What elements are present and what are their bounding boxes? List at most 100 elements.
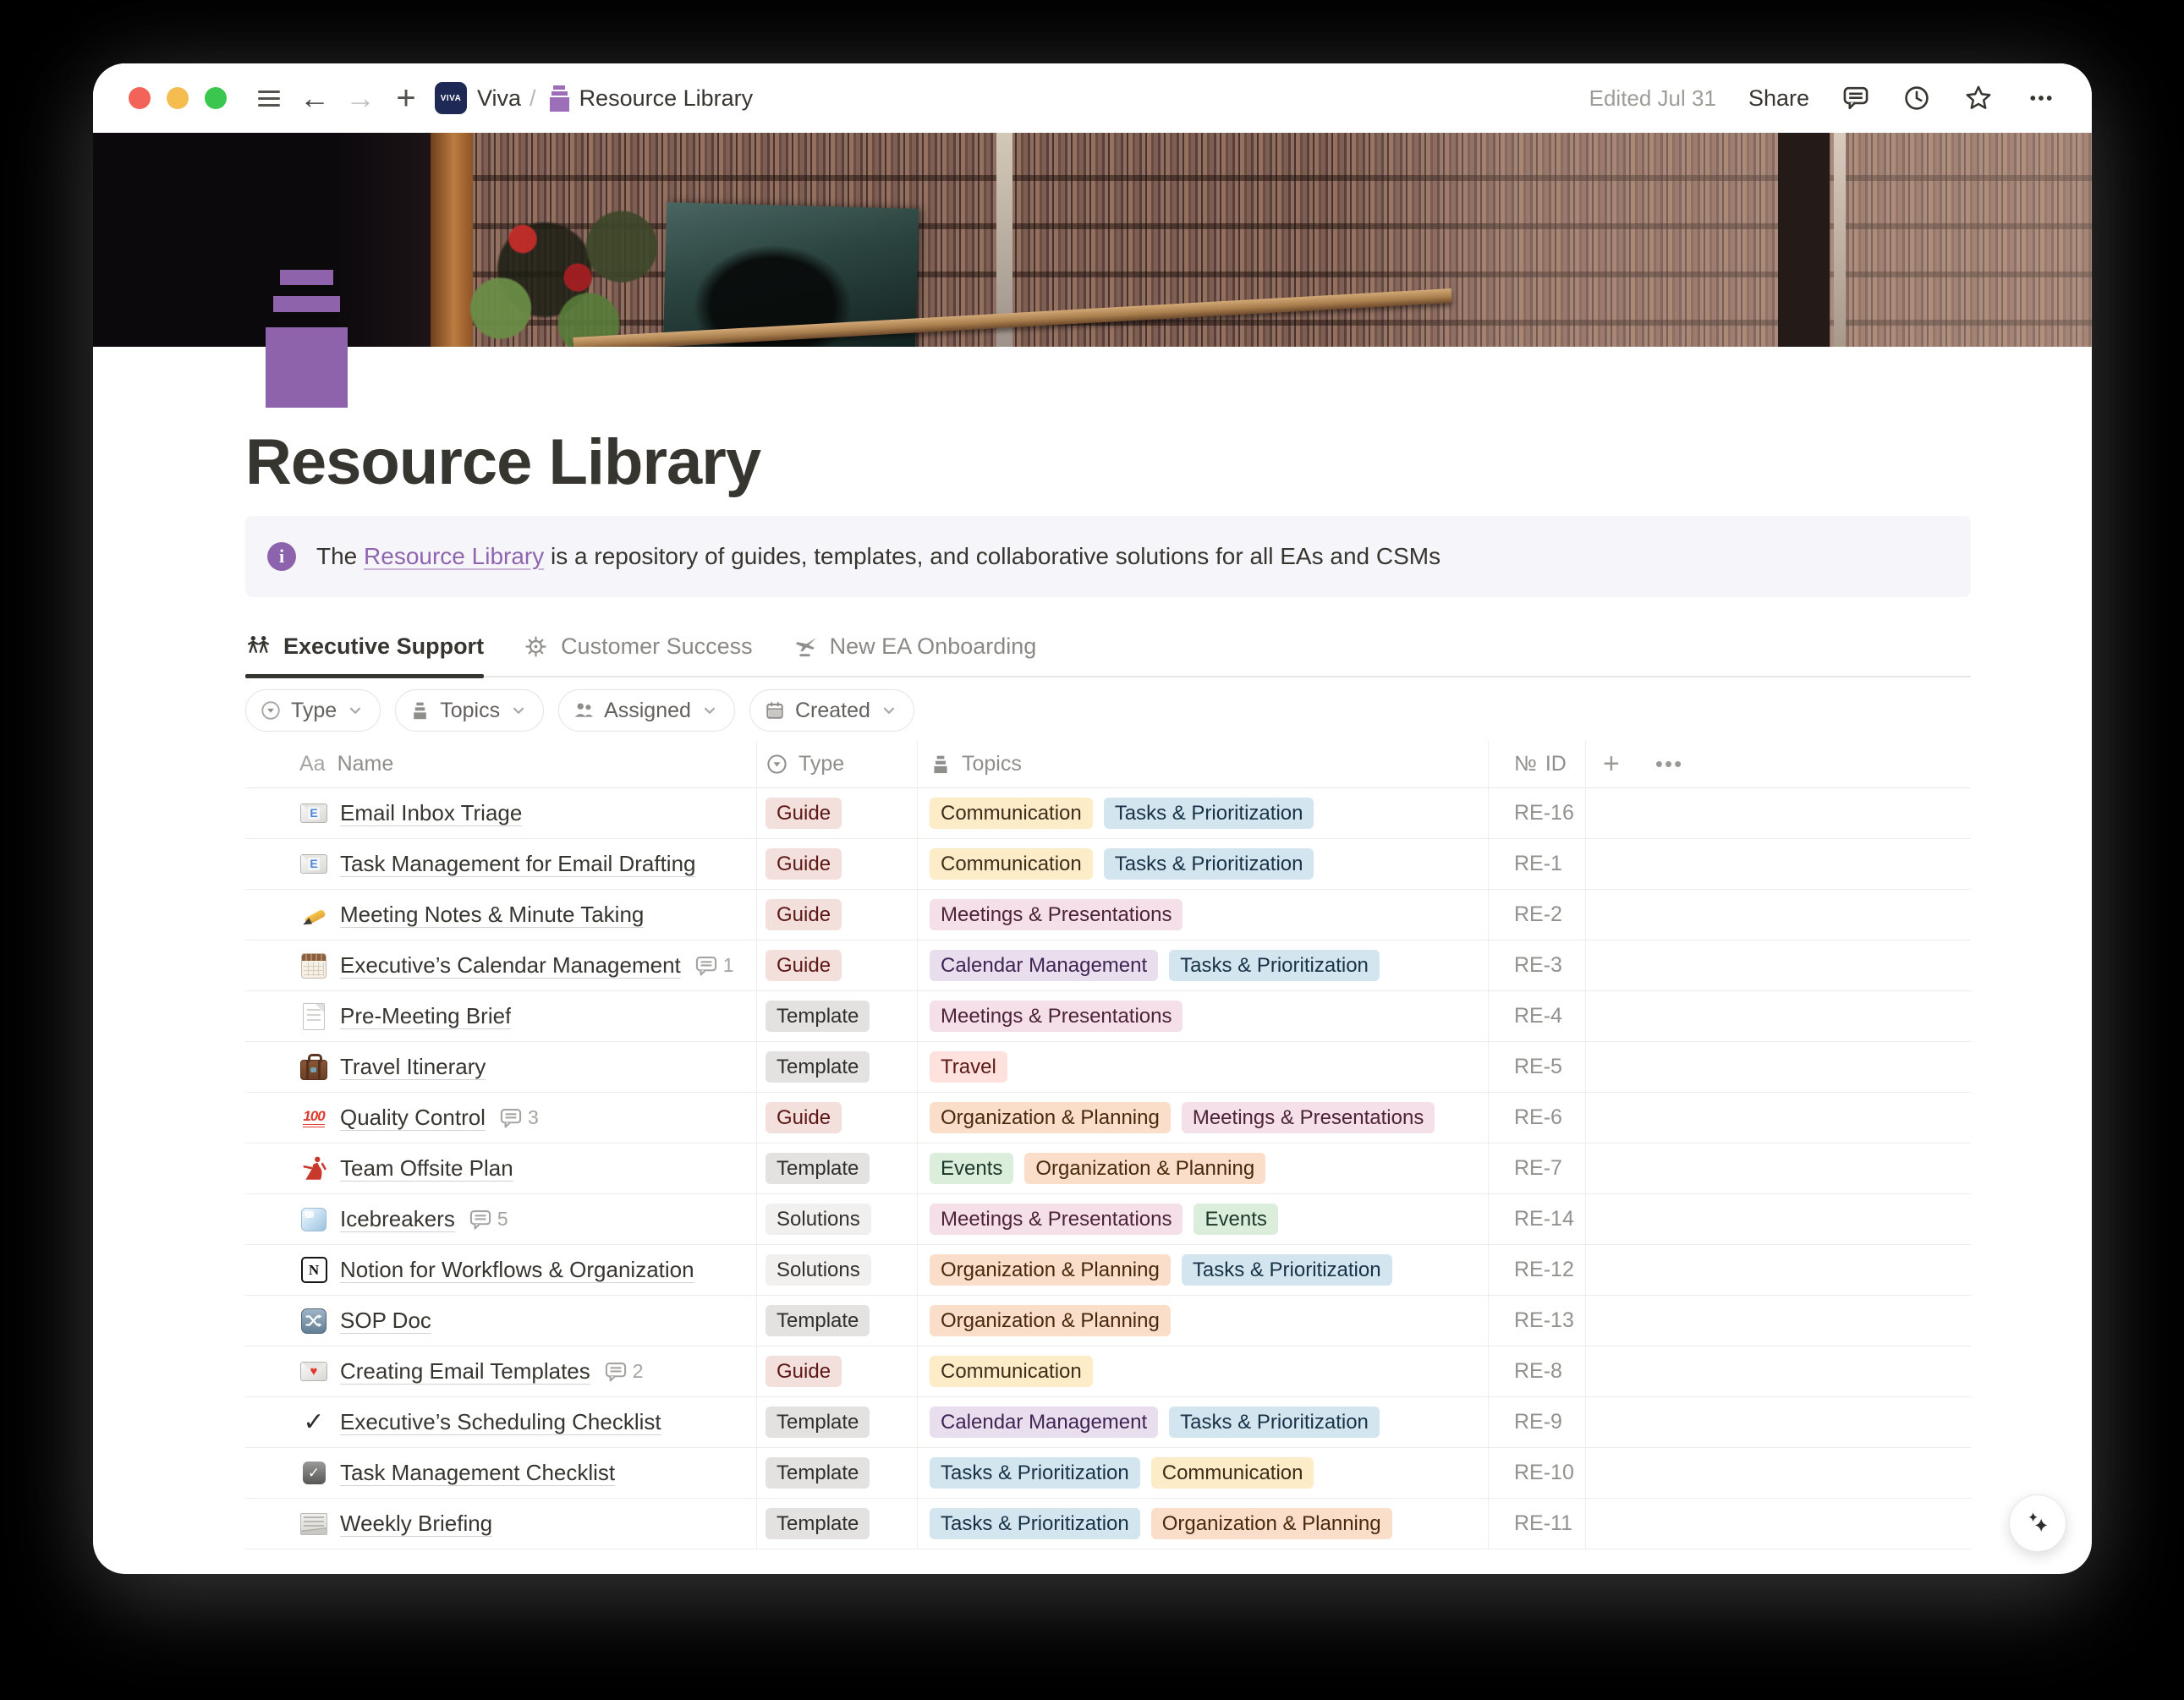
cell-id[interactable]: RE-2 <box>1489 890 1586 940</box>
topic-tag-events[interactable]: Events <box>1194 1204 1277 1235</box>
cell-name[interactable]: Icebreakers 5 <box>245 1194 757 1244</box>
comment-count-badge[interactable]: 5 <box>469 1208 508 1231</box>
page-link[interactable]: Pre-Meeting Brief <box>340 1003 511 1029</box>
topic-tag-organization-planning[interactable]: Organization & Planning <box>1024 1153 1265 1184</box>
cell-type[interactable]: Template <box>757 1296 918 1346</box>
column-header-name[interactable]: Aa Name <box>245 741 757 787</box>
table-row[interactable]: ETask Management for Email DraftingGuide… <box>245 839 1971 890</box>
cell-name[interactable]: Pre-Meeting Brief <box>245 991 757 1041</box>
column-header-id[interactable]: № ID <box>1489 741 1586 787</box>
callout-link[interactable]: Resource Library <box>364 543 544 569</box>
page-link[interactable]: SOP Doc <box>340 1308 431 1334</box>
topic-tag-tasks-prioritization[interactable]: Tasks & Prioritization <box>1104 848 1314 880</box>
cell-id[interactable]: RE-7 <box>1489 1143 1586 1193</box>
cell-type[interactable]: Template <box>757 1143 918 1193</box>
filter-type[interactable]: Type <box>245 689 381 732</box>
table-row[interactable]: ✓Executive’s Scheduling ChecklistTemplat… <box>245 1397 1971 1448</box>
page-link[interactable]: Icebreakers <box>340 1206 455 1232</box>
topic-tag-organization-planning[interactable]: Organization & Planning <box>1151 1508 1392 1539</box>
cell-topics[interactable]: Calendar ManagementTasks & Prioritizatio… <box>918 1397 1489 1447</box>
cell-type[interactable]: Guide <box>757 1093 918 1143</box>
topic-tag-communication[interactable]: Communication <box>1151 1457 1314 1489</box>
cell-id[interactable]: RE-13 <box>1489 1296 1586 1346</box>
add-column-button[interactable]: + <box>1603 748 1620 781</box>
table-row[interactable]: Weekly BriefingTemplateTasks & Prioritiz… <box>245 1499 1971 1549</box>
cell-topics[interactable]: Events Organization & Planning <box>918 1143 1489 1193</box>
cell-name[interactable]: 100Quality Control3 <box>245 1093 757 1143</box>
cell-topics[interactable]: Organization & PlanningMeetings & Presen… <box>918 1093 1489 1143</box>
minimize-window-button[interactable] <box>167 87 189 109</box>
topic-tag-calendar-management[interactable]: Calendar Management <box>930 950 1158 981</box>
page-link[interactable]: Executive’s Scheduling Checklist <box>340 1409 661 1435</box>
cell-topics[interactable]: CommunicationTasks & Prioritization <box>918 788 1489 838</box>
sidebar-toggle-button[interactable] <box>252 76 286 120</box>
comment-count-badge[interactable]: 3 <box>499 1106 539 1129</box>
cell-id[interactable]: RE-10 <box>1489 1448 1586 1498</box>
type-tag-template[interactable]: Template <box>765 1457 870 1489</box>
breadcrumb-workspace[interactable]: Viva <box>477 85 521 112</box>
topic-tag-events[interactable]: Events <box>930 1153 1013 1184</box>
cell-topics[interactable]: Calendar Management Tasks & Prioritizatio… <box>918 940 1489 990</box>
type-tag-template[interactable]: Template <box>765 1305 870 1336</box>
cell-name[interactable]: SOP Doc <box>245 1296 757 1346</box>
topic-tag-meetings-presentations[interactable]: Meetings & Presentations <box>930 899 1183 930</box>
table-row[interactable]: ♥Creating Email Templates2GuideCommunica… <box>245 1346 1971 1397</box>
cell-topics[interactable]: Organization & Planning <box>918 1296 1489 1346</box>
workspace-logo[interactable]: VIVA <box>435 82 467 114</box>
cell-name[interactable]: ETask Management for Email Drafting <box>245 839 757 889</box>
more-options-button[interactable] <box>2026 83 2056 113</box>
topic-tag-organization-planning[interactable]: Organization & Planning <box>930 1305 1171 1336</box>
new-page-button[interactable]: + <box>389 76 423 120</box>
topic-tag-tasks-prioritization[interactable]: Tasks & Prioritization <box>1182 1254 1392 1286</box>
cell-name[interactable]: ✓Task Management Checklist <box>245 1448 757 1498</box>
comments-button[interactable] <box>1841 84 1870 112</box>
cell-topics[interactable]: Communication Tasks & Prioritization <box>918 839 1489 889</box>
type-tag-template[interactable]: Template <box>765 1153 870 1184</box>
forward-button[interactable]: → <box>343 76 377 120</box>
filter-assigned[interactable]: Assigned <box>558 689 735 732</box>
type-tag-solutions[interactable]: Solutions <box>765 1204 871 1235</box>
cell-topics[interactable]: Meetings & Presentations <box>918 890 1489 940</box>
tab-customer-success[interactable]: Customer Success <box>523 633 753 660</box>
topic-tag-communication[interactable]: Communication <box>930 848 1093 880</box>
table-row[interactable]: Executive’s Calendar Management1GuideCal… <box>245 940 1971 991</box>
table-row[interactable]: Meeting Notes & Minute Taking Guide Meetin… <box>245 890 1971 940</box>
page-link[interactable]: Meeting Notes & Minute Taking <box>340 902 644 928</box>
cell-type[interactable]: Template <box>757 991 918 1041</box>
cell-type[interactable]: Solutions <box>757 1245 918 1295</box>
topic-tag-meetings-presentations[interactable]: Meetings & Presentations <box>930 1001 1183 1032</box>
topic-tag-tasks-prioritization[interactable]: Tasks & Prioritization <box>1169 950 1380 981</box>
page-link[interactable]: Executive’s Calendar Management <box>340 952 681 979</box>
page-link[interactable]: Quality Control <box>340 1105 486 1131</box>
zoom-window-button[interactable] <box>205 87 227 109</box>
cell-type[interactable]: Solutions <box>757 1194 918 1244</box>
cell-id[interactable]: RE-1 <box>1489 839 1586 889</box>
cell-topics[interactable]: Meetings & PresentationsEvents <box>918 1194 1489 1244</box>
cell-id[interactable]: RE-3 <box>1489 940 1586 990</box>
page-link[interactable]: Notion for Workflows & Organization <box>340 1257 694 1283</box>
favorite-button[interactable] <box>1963 83 1994 113</box>
table-row[interactable]: 100Quality Control3GuideOrganization & P… <box>245 1093 1971 1143</box>
cell-id[interactable]: RE-12 <box>1489 1245 1586 1295</box>
page-link[interactable]: Creating Email Templates <box>340 1358 590 1385</box>
cell-topics[interactable]: Travel <box>918 1042 1489 1092</box>
cell-type[interactable]: Guide <box>757 890 918 940</box>
cell-name[interactable]: Meeting Notes & Minute Taking <box>245 890 757 940</box>
page-title[interactable]: Resource Library <box>245 425 760 499</box>
cell-name[interactable]: ✓Executive’s Scheduling Checklist <box>245 1397 757 1447</box>
page-link[interactable]: Weekly Briefing <box>340 1511 492 1537</box>
cell-topics[interactable]: Meetings & Presentations <box>918 991 1489 1041</box>
cell-id[interactable]: RE-14 <box>1489 1194 1586 1244</box>
cell-type[interactable]: Template <box>757 1042 918 1092</box>
page-link[interactable]: Email Inbox Triage <box>340 800 522 826</box>
cell-id[interactable]: RE-16 <box>1489 788 1586 838</box>
cell-topics[interactable]: Organization & PlanningTasks & Prioritiz… <box>918 1245 1489 1295</box>
comment-count-badge[interactable]: 1 <box>694 954 734 977</box>
topic-tag-communication[interactable]: Communication <box>930 798 1093 829</box>
cell-name[interactable]: EEmail Inbox Triage <box>245 788 757 838</box>
type-tag-guide[interactable]: Guide <box>765 899 842 930</box>
topic-tag-calendar-management[interactable]: Calendar Management <box>930 1407 1158 1438</box>
table-options-button[interactable]: ••• <box>1655 751 1683 777</box>
cell-topics[interactable]: Tasks & PrioritizationCommunication <box>918 1448 1489 1498</box>
topic-tag-tasks-prioritization[interactable]: Tasks & Prioritization <box>930 1508 1140 1539</box>
